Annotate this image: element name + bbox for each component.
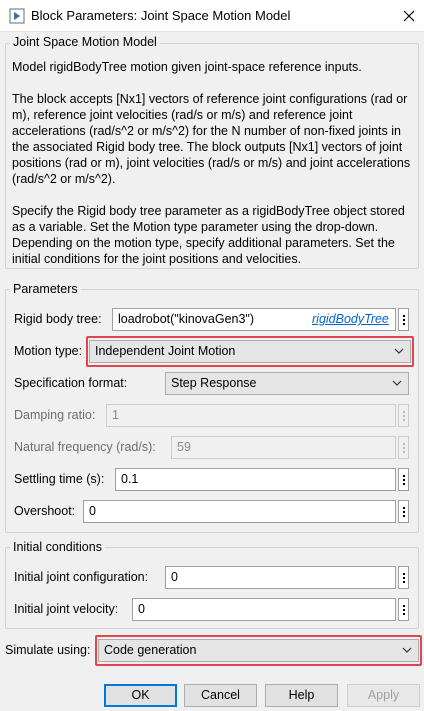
initial-joint-velocity-value: 0 xyxy=(138,602,145,616)
damping-ratio-menu-button[interactable] xyxy=(398,404,409,427)
parameters-group-label: Parameters xyxy=(10,282,81,296)
help-button[interactable]: Help xyxy=(265,684,338,707)
rigid-body-tree-label: Rigid body tree: xyxy=(14,312,102,326)
specification-format-value: Step Response xyxy=(171,376,257,390)
initial-joint-configuration-label: Initial joint configuration: xyxy=(14,570,149,584)
initial-joint-velocity-menu-button[interactable] xyxy=(398,598,409,621)
overshoot-field[interactable]: 0 xyxy=(83,500,396,523)
block-icon xyxy=(9,8,25,24)
close-button[interactable] xyxy=(394,0,424,32)
damping-ratio-label: Damping ratio: xyxy=(14,408,96,422)
description-paragraph-3: Specify the Rigid body tree parameter as… xyxy=(12,204,405,266)
overshoot-menu-button[interactable] xyxy=(398,500,409,523)
description-paragraph-1: Model rigidBodyTree motion given joint-s… xyxy=(12,60,362,74)
initial-conditions-group-label: Initial conditions xyxy=(10,540,105,554)
overshoot-label: Overshoot: xyxy=(14,504,76,518)
overshoot-value: 0 xyxy=(89,504,96,518)
window-title: Block Parameters: Joint Space Motion Mod… xyxy=(31,8,291,23)
initial-joint-velocity-field[interactable]: 0 xyxy=(132,598,396,621)
initial-joint-configuration-value: 0 xyxy=(171,570,178,584)
rigid-body-tree-value: loadrobot("kinovaGen3") xyxy=(118,312,255,326)
description-group-label: Joint Space Motion Model xyxy=(10,35,160,49)
damping-ratio-field[interactable]: 1 xyxy=(106,404,396,427)
initial-joint-configuration-field[interactable]: 0 xyxy=(165,566,396,589)
ok-button[interactable]: OK xyxy=(104,684,177,707)
settling-time-label: Settling time (s): xyxy=(14,472,105,486)
natural-frequency-menu-button[interactable] xyxy=(398,436,409,459)
simulate-using-highlight xyxy=(95,635,422,666)
apply-button[interactable]: Apply xyxy=(347,684,420,707)
rigid-body-tree-menu-button[interactable] xyxy=(398,308,409,331)
natural-frequency-label: Natural frequency (rad/s): xyxy=(14,440,156,454)
initial-joint-velocity-label: Initial joint velocity: xyxy=(14,602,119,616)
rigid-body-tree-link[interactable]: rigidBodyTree xyxy=(312,312,389,326)
initial-joint-configuration-menu-button[interactable] xyxy=(398,566,409,589)
cancel-button[interactable]: Cancel xyxy=(184,684,257,707)
description-paragraph-2: The block accepts [Nx1] vectors of refer… xyxy=(12,92,411,186)
settling-time-field[interactable]: 0.1 xyxy=(115,468,396,491)
settling-time-menu-button[interactable] xyxy=(398,468,409,491)
natural-frequency-field[interactable]: 59 xyxy=(171,436,396,459)
motion-type-label: Motion type: xyxy=(14,344,83,358)
specification-format-dropdown[interactable]: Step Response xyxy=(165,372,409,395)
motion-type-highlight xyxy=(86,336,414,367)
specification-format-label: Specification format: xyxy=(14,376,128,390)
natural-frequency-value: 59 xyxy=(177,440,191,454)
damping-ratio-value: 1 xyxy=(112,408,119,422)
simulate-using-label: Simulate using: xyxy=(5,643,91,657)
title-bar: Block Parameters: Joint Space Motion Mod… xyxy=(0,0,424,32)
chevron-down-icon xyxy=(392,380,402,386)
close-icon xyxy=(403,10,415,22)
settling-time-value: 0.1 xyxy=(121,472,139,486)
